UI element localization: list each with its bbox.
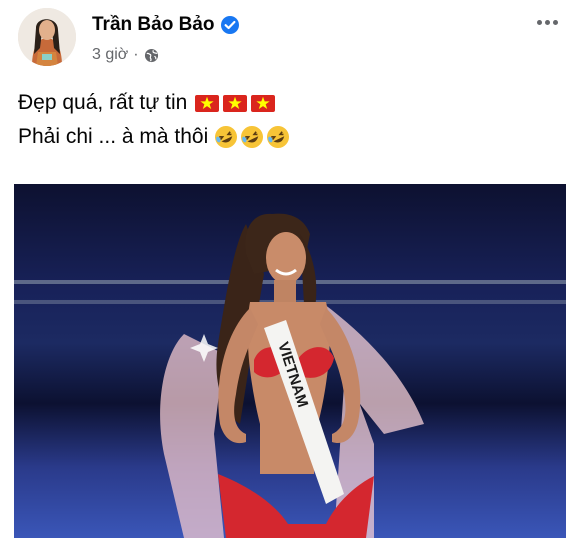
globe-icon[interactable] — [144, 48, 159, 63]
post-meta: 3 giờ · — [92, 46, 159, 64]
post-line-2: Phải chi ... à mà thôi — [18, 120, 566, 154]
avatar[interactable] — [18, 8, 76, 66]
more-options-icon[interactable] — [532, 12, 562, 32]
meta-separator: · — [133, 46, 139, 63]
rolling-laughing-emoji-icon — [214, 125, 238, 149]
post-text: Đẹp quá, rất tự tin Phải chi ... à mà th… — [18, 86, 566, 154]
more-dot — [552, 19, 558, 25]
post-time[interactable]: 3 giờ — [92, 46, 128, 64]
vietnam-flag-icon — [251, 94, 276, 112]
vietnam-flag-icon — [195, 94, 220, 112]
post-line-2-text: Phải chi ... à mà thôi — [18, 125, 209, 148]
post-line-1: Đẹp quá, rất tự tin — [18, 86, 566, 120]
post-line-1-text: Đẹp quá, rất tự tin — [18, 91, 188, 114]
post-photo[interactable]: VIETNAM — [14, 184, 566, 538]
author-name[interactable]: Trần Bảo Bảo — [92, 14, 214, 36]
author-row: Trần Bảo Bảo — [92, 14, 240, 36]
vietnam-flag-icon — [223, 94, 248, 112]
post-header: Trần Bảo Bảo 3 giờ · — [18, 8, 566, 70]
verified-badge-icon — [220, 15, 240, 35]
contestant-figure: VIETNAM — [160, 213, 424, 538]
more-dot — [544, 19, 550, 25]
rolling-laughing-emoji-icon — [266, 125, 290, 149]
rolling-laughing-emoji-icon — [240, 125, 264, 149]
more-dot — [536, 19, 542, 25]
